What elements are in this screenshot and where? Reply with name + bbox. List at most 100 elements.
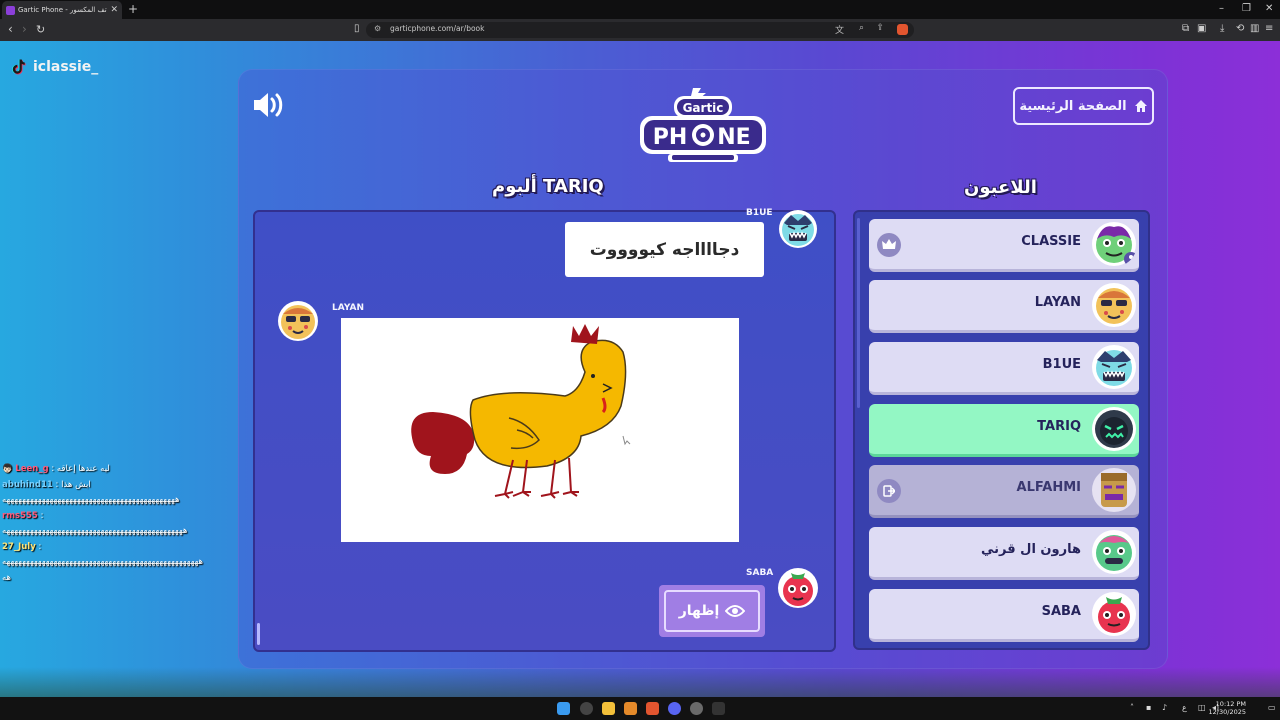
site-info-icon[interactable]: ⚙	[374, 24, 381, 33]
speaker-icon[interactable]	[252, 91, 286, 119]
translate-icon[interactable]: 文	[835, 23, 844, 36]
chat-text: هههههههههههههههههههههههههههههههههههههههه…	[2, 526, 188, 536]
chat-text: هههههههههههههههههههههههههههههههههههههههه…	[2, 557, 204, 567]
next-author: SABA	[746, 568, 774, 578]
minimize-button[interactable]: –	[1219, 3, 1224, 14]
chat-user: 27_July	[2, 541, 36, 552]
players-scrollbar[interactable]	[857, 218, 860, 408]
player-card-alfahmi[interactable]: ALFAHMI	[869, 465, 1139, 518]
classie-avatar	[1092, 222, 1137, 266]
history-icon[interactable]: ⟲	[1236, 23, 1244, 34]
chat-line: هه	[2, 571, 347, 587]
back-icon[interactable]: ‹	[8, 22, 13, 36]
chat-line: rms555 :	[2, 509, 347, 525]
chat-line: 27_July :	[2, 540, 347, 556]
chat-text: :	[40, 510, 44, 521]
player-card-b1ue[interactable]: B1UE	[869, 342, 1139, 395]
saba-avatar	[1092, 592, 1136, 636]
chat-user: rms555	[2, 510, 38, 521]
extensions-icon[interactable]: ⧉	[1182, 23, 1189, 34]
home-button-label: الصفحة الرئيسية	[1019, 98, 1127, 114]
player-name: SABA	[1041, 604, 1081, 619]
alfahmi-avatar	[1092, 468, 1136, 512]
svg-text:Gartic: Gartic	[683, 101, 724, 115]
player-card-saba[interactable]: SABA	[869, 589, 1139, 642]
clock-time: 10:12 PM	[1215, 700, 1246, 708]
eye-icon	[725, 605, 746, 617]
url-text: garticphone.com/ar/book	[390, 24, 485, 33]
chat-line: هههههههههههههههههههههههههههههههههههههههه…	[2, 555, 347, 571]
start-icon[interactable]	[557, 702, 570, 715]
players-title: اللاعبون	[964, 177, 1037, 198]
chat-line: 👦🏻 Leen_g : ليه عندها إعاقه	[2, 462, 347, 478]
chat-line: abuhind11 : ابش هذا	[2, 478, 347, 494]
chat-user: Leen_g	[15, 464, 49, 474]
notification-icon[interactable]: ▭	[1268, 703, 1276, 712]
player-card-classie[interactable]: CLASSIE	[869, 219, 1139, 272]
chat-line: هههههههههههههههههههههههههههههههههههههههه…	[2, 524, 347, 540]
network-icon[interactable]: ◫	[1198, 703, 1206, 712]
discord-icon[interactable]	[668, 702, 681, 715]
tray-chevron-icon[interactable]: ˄	[1130, 703, 1134, 712]
tiktok-icon	[12, 59, 26, 75]
file-explorer-icon[interactable]	[602, 702, 615, 715]
home-icon	[1134, 100, 1147, 112]
b1ue-avatar	[1092, 345, 1136, 389]
home-button[interactable]: الصفحة الرئيسية	[1013, 87, 1154, 125]
bookmark-icon[interactable]: ▯	[354, 23, 360, 34]
chat-badge-icon: 👦🏻	[2, 464, 13, 474]
tray-app-icon[interactable]: ▪	[1146, 703, 1151, 712]
mic-icon[interactable]: ♪	[1162, 703, 1167, 712]
maximize-button[interactable]: ❐	[1242, 3, 1251, 14]
player-name: TARIQ	[1037, 419, 1081, 434]
terminal-icon[interactable]	[712, 702, 725, 715]
player-card-haroun[interactable]: هارون ال قرني	[869, 527, 1139, 580]
zoom-icon[interactable]: ⌕	[859, 23, 864, 33]
caption-author: B1UE	[746, 208, 773, 218]
haroun-avatar	[1092, 530, 1136, 574]
gartic-phone-logo: Gartic PH NE	[640, 88, 766, 162]
gartic-favicon	[6, 5, 15, 15]
drawing-author: LAYAN	[332, 303, 364, 313]
brave-shield-icon[interactable]	[897, 24, 908, 35]
downloads-icon[interactable]: ⤓	[1220, 23, 1224, 34]
close-window-button[interactable]: ✕	[1265, 3, 1273, 14]
stream-chat: 👦🏻 Leen_g : ليه عندها إعاقه abuhind11 : …	[2, 462, 347, 586]
player-card-tariq[interactable]: TARIQ	[869, 404, 1139, 457]
chrome-icon[interactable]	[690, 702, 703, 715]
menu-icon[interactable]: ≡	[1265, 23, 1273, 34]
svg-text:PH: PH	[653, 125, 688, 150]
player-card-layan[interactable]: LAYAN	[869, 280, 1139, 333]
exit-icon	[877, 479, 901, 503]
player-name: هارون ال قرني	[981, 542, 1081, 557]
grass-background	[0, 667, 1280, 697]
search-icon[interactable]	[580, 702, 593, 715]
caption-bubble: دجااااجه كيووووت	[565, 222, 764, 277]
address-bar[interactable]: ⚙ garticphone.com/ar/book 文 ⌕ ⇪	[366, 22, 914, 38]
chat-user: abuhind11	[2, 479, 53, 490]
new-tab-button[interactable]: +	[128, 2, 138, 16]
saba-avatar	[778, 568, 818, 608]
reload-icon[interactable]: ↻	[36, 23, 45, 36]
streamer-name: iclassie_	[33, 59, 99, 75]
player-name: ALFAHMI	[1016, 480, 1081, 495]
language-indicator[interactable]: ع	[1182, 703, 1187, 712]
tab-close-icon[interactable]: ✕	[110, 5, 118, 15]
album-scrollbar[interactable]	[257, 623, 260, 645]
browser-tab-bar: Gartic Phone - لعبة الهاتف المكسور ✕ + –…	[0, 0, 1280, 19]
taskbar-clock[interactable]: 10:12 PM 12/30/2025	[1209, 700, 1246, 716]
app-icon[interactable]	[624, 702, 637, 715]
chat-text: : ليه عندها إعاقه	[51, 464, 110, 474]
tariq-avatar	[1092, 407, 1136, 451]
wallet-icon[interactable]: ▣	[1197, 23, 1206, 34]
share-icon[interactable]: ⇪	[876, 23, 884, 33]
show-button-label: إظهار	[678, 603, 720, 619]
player-name: B1UE	[1042, 357, 1081, 372]
streamer-watermark: iclassie_	[9, 57, 98, 77]
show-button[interactable]: إظهار	[659, 585, 765, 637]
sidebar-icon[interactable]: ▥	[1250, 23, 1259, 34]
forward-icon[interactable]: ›	[22, 22, 27, 36]
brave-icon[interactable]	[646, 702, 659, 715]
browser-tab[interactable]: Gartic Phone - لعبة الهاتف المكسور ✕	[2, 1, 122, 19]
chat-text: : ابش هذا	[55, 479, 91, 490]
